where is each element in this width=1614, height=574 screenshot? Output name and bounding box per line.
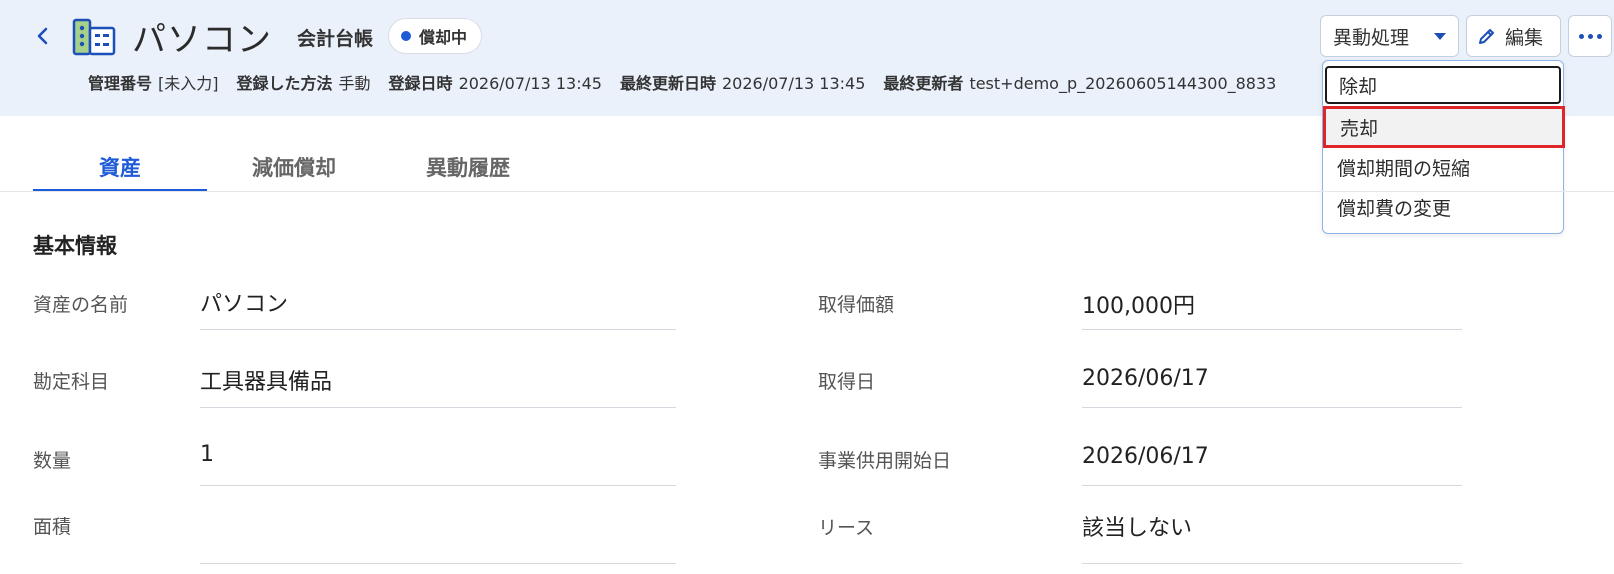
meta-updated-at: 最終更新日時 2026/07/13 13:45 [620, 70, 865, 94]
field-value-service-start-date: 2026/06/17 [1082, 444, 1209, 469]
chevron-left-icon [37, 27, 48, 45]
field-label-service-start-date: 事業供用開始日 [818, 450, 952, 472]
page-title: パソコン [132, 20, 272, 60]
field-label-acquisition-date: 取得日 [818, 371, 876, 393]
transfer-dropdown-menu: 除却 売却 償却期間の短縮 償却費の変更 [1322, 60, 1565, 234]
meta-row: 管理番号 [未入力] 登録した方法 手動 登録日時 2026/07/13 13:45 … [88, 70, 1294, 94]
tab-divider [0, 191, 1614, 192]
menu-item-sale[interactable]: 売却 [1323, 106, 1565, 148]
field-underline [1082, 485, 1462, 486]
field-label-acquisition-cost: 取得価額 [818, 294, 895, 316]
field-label-lease: リース [818, 517, 875, 539]
field-underline [1082, 407, 1462, 408]
field-value-lease: 該当しない [1082, 516, 1193, 541]
tab-asset[interactable]: 資産 [33, 140, 207, 192]
field-value-acquisition-cost: 100,000円 [1082, 294, 1195, 319]
meta-registration-method: 登録した方法 手動 [237, 70, 371, 94]
field-underline [200, 563, 676, 564]
meta-value: 2026/07/13 13:45 [458, 74, 602, 93]
field-underline [200, 407, 676, 408]
meta-management-number: 管理番号 [未入力] [88, 70, 219, 94]
meta-registered-at: 登録日時 2026/07/13 13:45 [389, 70, 602, 94]
meta-key: 登録した方法 [236, 74, 333, 93]
more-options-button[interactable] [1568, 15, 1612, 57]
status-badge: 償却中 [388, 18, 483, 54]
meta-key: 管理番号 [88, 74, 153, 93]
meta-updated-by: 最終更新者 test+demo_p_20260605144300_8833 [883, 70, 1276, 94]
field-underline [1082, 563, 1462, 564]
building-asset-icon [72, 16, 116, 60]
edit-button-label: 編集 [1505, 26, 1544, 49]
caret-down-icon [1434, 33, 1446, 40]
field-underline [200, 485, 676, 486]
field-value-acquisition-date: 2026/06/17 [1082, 366, 1209, 391]
menu-item-disposal[interactable]: 除却 [1325, 66, 1561, 104]
meta-value: [未入力] [158, 74, 219, 93]
ellipsis-icon [1578, 33, 1602, 39]
menu-item-shorten-period[interactable]: 償却期間の短縮 [1323, 147, 1563, 187]
field-underline [1082, 329, 1462, 330]
edit-button[interactable]: 編集 [1466, 15, 1561, 57]
meta-key: 登録日時 [388, 74, 453, 93]
transfer-action-label: 異動処理 [1333, 26, 1410, 49]
section-title: 基本情報 [33, 234, 117, 258]
field-value-asset-name: パソコン [200, 292, 289, 317]
ledger-label: 会計台帳 [297, 28, 374, 50]
menu-item-change-depreciation[interactable]: 償却費の変更 [1323, 187, 1563, 227]
status-dot-icon [401, 31, 411, 41]
field-value-account: 工具器具備品 [200, 370, 333, 395]
tab-depreciation[interactable]: 減価償却 [207, 140, 381, 192]
field-value-quantity: 1 [200, 442, 214, 467]
field-label-asset-name: 資産の名前 [33, 294, 129, 316]
meta-value: 2026/07/13 13:45 [722, 74, 866, 93]
meta-key: 最終更新日時 [619, 74, 716, 93]
tab-history[interactable]: 異動履歴 [381, 140, 555, 192]
back-button[interactable] [30, 24, 54, 48]
transfer-action-button[interactable]: 異動処理 [1320, 15, 1459, 57]
pencil-icon [1479, 29, 1494, 44]
meta-value: test+demo_p_20260605144300_8833 [969, 74, 1277, 93]
field-label-account: 勘定科目 [33, 371, 110, 393]
meta-key: 最終更新者 [883, 74, 964, 93]
field-underline [200, 329, 676, 330]
status-badge-label: 償却中 [419, 28, 468, 47]
field-label-quantity: 数量 [33, 450, 72, 472]
meta-value: 手動 [338, 74, 371, 93]
field-label-area: 面積 [33, 516, 72, 538]
